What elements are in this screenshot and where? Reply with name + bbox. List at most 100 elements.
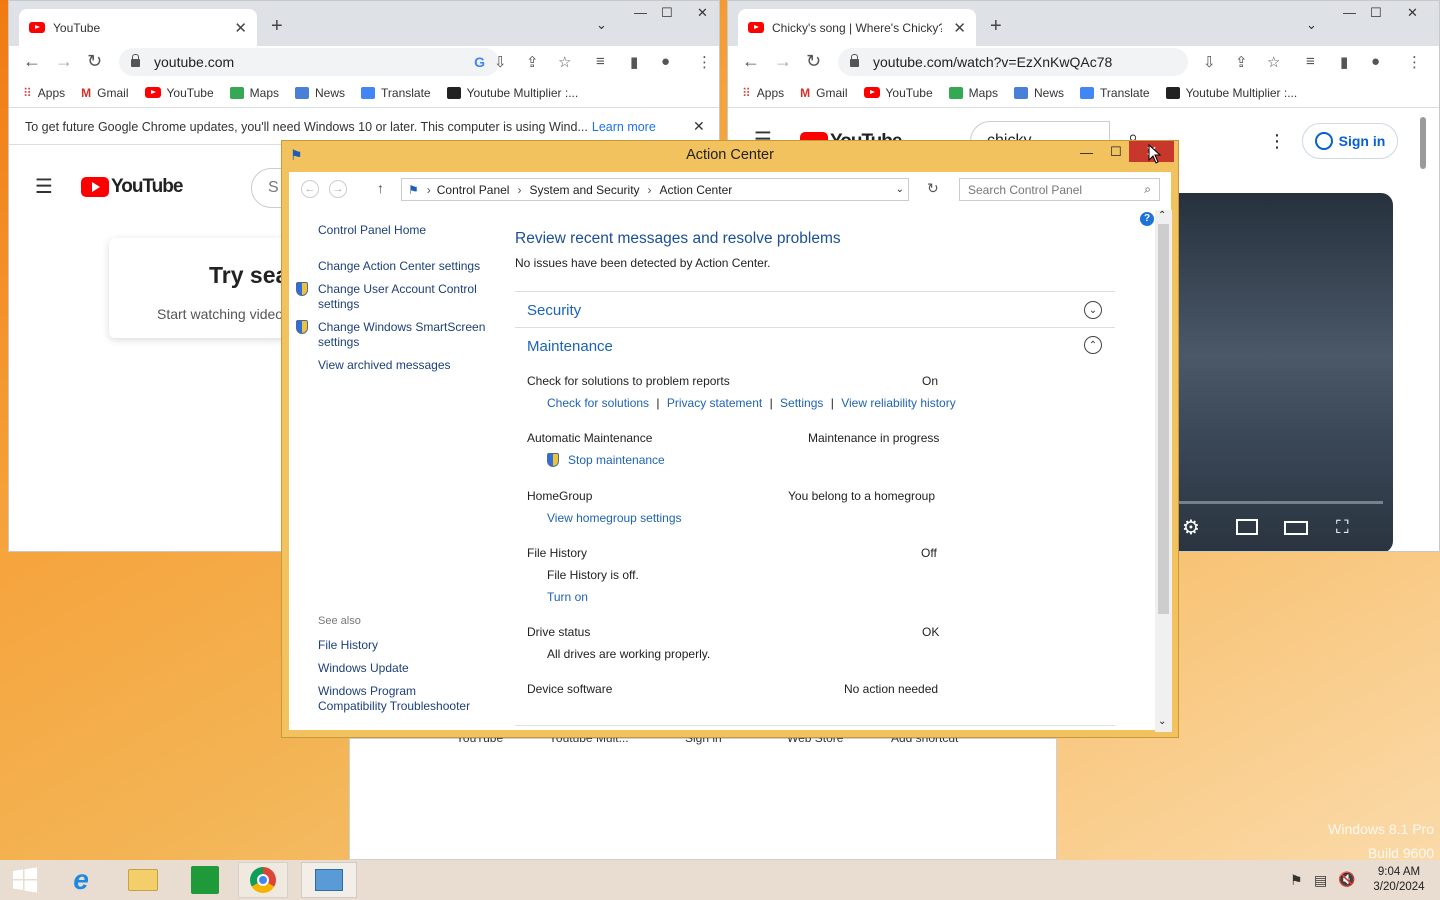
stop-maintenance-link[interactable]: Stop maintenance bbox=[568, 453, 665, 467]
more-options-icon[interactable]: ⋮ bbox=[1268, 131, 1286, 152]
breadcrumb-system-security[interactable]: System and Security bbox=[529, 183, 639, 197]
security-section-header[interactable]: Security ⌄ bbox=[515, 292, 1115, 328]
close-tab-icon[interactable]: ✕ bbox=[953, 19, 966, 37]
control-panel-home-link[interactable]: Control Panel Home bbox=[318, 223, 426, 237]
sign-in-button[interactable]: Sign in bbox=[1302, 123, 1398, 159]
start-button[interactable] bbox=[0, 862, 50, 898]
breadcrumb-control-panel[interactable]: Control Panel bbox=[437, 183, 510, 197]
clock[interactable]: 9:04 AM 3/20/2024 bbox=[1364, 865, 1434, 895]
bookmark-star-icon[interactable]: ☆ bbox=[558, 53, 571, 71]
share-icon[interactable]: ⇪ bbox=[526, 53, 539, 71]
new-tab-button[interactable]: + bbox=[271, 15, 283, 38]
change-smartscreen-settings-link[interactable]: Change Windows SmartScreen settings bbox=[318, 320, 488, 350]
help-icon[interactable]: ? bbox=[1140, 212, 1154, 226]
minimize-button[interactable]: — bbox=[1343, 5, 1356, 20]
tab-search-chevron-icon[interactable]: ⌄ bbox=[596, 17, 607, 33]
view-reliability-history-link[interactable]: View reliability history bbox=[841, 396, 956, 410]
video-player[interactable]: ⚙ ⛶ bbox=[1168, 193, 1393, 551]
google-icon[interactable]: G bbox=[474, 54, 485, 70]
side-panel-icon[interactable]: ▮ bbox=[630, 53, 638, 71]
bookmark-gmail[interactable]: M Gmail bbox=[81, 86, 128, 100]
new-tab-button[interactable]: + bbox=[990, 15, 1002, 38]
maintenance-section-header[interactable]: Maintenance ⌃ bbox=[515, 328, 1115, 364]
share-icon[interactable]: ⇪ bbox=[1235, 53, 1248, 71]
infobar-close-icon[interactable]: ✕ bbox=[693, 118, 705, 135]
control-panel-button[interactable] bbox=[301, 862, 357, 898]
file-history-link[interactable]: File History bbox=[318, 638, 378, 652]
reload-icon[interactable]: ↻ bbox=[87, 51, 102, 72]
bookmark-translate[interactable]: Translate bbox=[361, 86, 431, 100]
tab-search-chevron-icon[interactable]: ⌄ bbox=[1306, 17, 1317, 33]
menu-kebab-icon[interactable]: ⋮ bbox=[697, 53, 712, 71]
windows-update-link[interactable]: Windows Update bbox=[318, 661, 409, 675]
forward-arrow-icon[interactable]: → bbox=[774, 51, 792, 72]
media-icon[interactable]: ≡ bbox=[596, 53, 605, 70]
chrome-button[interactable] bbox=[238, 862, 288, 898]
close-window-button[interactable]: ✕ bbox=[697, 5, 708, 21]
progress-bar[interactable] bbox=[1168, 501, 1383, 504]
maximize-button[interactable]: ☐ bbox=[1370, 5, 1382, 21]
minimize-button[interactable]: — bbox=[634, 5, 647, 20]
bookmark-youtube[interactable]: YouTube bbox=[863, 86, 933, 100]
hamburger-menu-icon[interactable]: ☰ bbox=[35, 174, 53, 199]
media-icon[interactable]: ≡ bbox=[1306, 53, 1315, 70]
scroll-up-arrow-icon[interactable]: ⌃ bbox=[1158, 210, 1166, 221]
profile-avatar-icon[interactable]: ● bbox=[1371, 53, 1380, 70]
bookmark-star-icon[interactable]: ☆ bbox=[1267, 53, 1280, 71]
menu-kebab-icon[interactable]: ⋮ bbox=[1407, 53, 1422, 71]
miniplayer-icon[interactable] bbox=[1236, 519, 1258, 535]
reload-icon[interactable]: ↻ bbox=[806, 51, 821, 72]
check-for-solutions-link[interactable]: Check for solutions bbox=[547, 396, 649, 410]
address-bar[interactable]: youtube.com G bbox=[119, 48, 499, 76]
tab-youtube[interactable]: YouTube ✕ bbox=[19, 9, 257, 46]
compatibility-troubleshooter-link[interactable]: Windows Program Compatibility Troublesho… bbox=[318, 684, 488, 714]
internet-explorer-button[interactable]: e bbox=[56, 862, 106, 898]
bookmark-youtube-multiplier[interactable]: Youtube Multiplier :... bbox=[446, 86, 578, 100]
privacy-statement-link[interactable]: Privacy statement bbox=[667, 396, 762, 410]
bookmark-news[interactable]: News bbox=[1014, 86, 1064, 100]
file-explorer-button[interactable] bbox=[118, 862, 168, 898]
expand-chevron-icon[interactable]: ⌄ bbox=[1084, 301, 1102, 319]
theater-mode-icon[interactable] bbox=[1284, 521, 1308, 535]
install-icon[interactable]: ⇩ bbox=[1203, 53, 1216, 71]
store-button[interactable] bbox=[180, 862, 230, 898]
side-panel-icon[interactable]: ▮ bbox=[1340, 53, 1348, 71]
profile-avatar-icon[interactable]: ● bbox=[661, 53, 670, 70]
fullscreen-icon[interactable]: ⛶ bbox=[1336, 517, 1349, 538]
search-control-panel-input[interactable]: Search Control Panel ⌕ bbox=[959, 178, 1160, 201]
view-archived-messages-link[interactable]: View archived messages bbox=[318, 358, 451, 372]
back-arrow-icon[interactable]: ← bbox=[742, 51, 760, 72]
bookmark-youtube-multiplier[interactable]: Youtube Multiplier :... bbox=[1165, 86, 1297, 100]
youtube-logo[interactable]: YouTube bbox=[81, 176, 183, 198]
scrollbar[interactable] bbox=[1420, 117, 1426, 169]
back-arrow-icon[interactable]: ← bbox=[301, 180, 319, 198]
forward-arrow-icon[interactable]: → bbox=[329, 180, 347, 198]
breadcrumb-action-center[interactable]: Action Center bbox=[660, 183, 733, 197]
address-breadcrumb[interactable]: ⚑ › Control Panel › System and Security … bbox=[401, 178, 909, 201]
bookmark-news[interactable]: News bbox=[295, 86, 345, 100]
bookmark-youtube[interactable]: YouTube bbox=[144, 86, 214, 100]
scroll-thumb[interactable] bbox=[1158, 224, 1169, 614]
maximize-button[interactable]: ☐ bbox=[661, 5, 673, 21]
change-action-center-settings-link[interactable]: Change Action Center settings bbox=[318, 259, 480, 273]
maximize-button[interactable]: ☐ bbox=[1110, 144, 1122, 160]
forward-arrow-icon[interactable]: → bbox=[55, 51, 73, 72]
refresh-icon[interactable]: ↻ bbox=[927, 180, 939, 197]
bookmark-apps[interactable]: ⠿ Apps bbox=[742, 86, 784, 100]
bookmark-maps[interactable]: Maps bbox=[948, 86, 998, 100]
change-uac-settings-link[interactable]: Change User Account Control settings bbox=[318, 282, 488, 312]
collapse-chevron-icon[interactable]: ⌃ bbox=[1084, 336, 1102, 354]
bookmark-gmail[interactable]: M Gmail bbox=[800, 86, 847, 100]
action-center-flag-tray-icon[interactable]: ⚑ bbox=[1290, 872, 1303, 889]
bookmark-maps[interactable]: Maps bbox=[229, 86, 279, 100]
network-tray-icon[interactable]: ▤ bbox=[1314, 872, 1327, 889]
up-arrow-icon[interactable]: ↑ bbox=[377, 180, 384, 196]
back-arrow-icon[interactable]: ← bbox=[23, 51, 41, 72]
tab-chicky[interactable]: Chicky's song | Where's Chicky? | ✕ bbox=[738, 9, 976, 46]
close-window-button[interactable]: ✕ bbox=[1407, 5, 1418, 21]
view-homegroup-settings-link[interactable]: View homegroup settings bbox=[547, 511, 682, 525]
close-tab-icon[interactable]: ✕ bbox=[234, 19, 247, 37]
minimize-button[interactable]: — bbox=[1080, 145, 1093, 160]
settings-link[interactable]: Settings bbox=[780, 396, 823, 410]
install-icon[interactable]: ⇩ bbox=[494, 53, 507, 71]
